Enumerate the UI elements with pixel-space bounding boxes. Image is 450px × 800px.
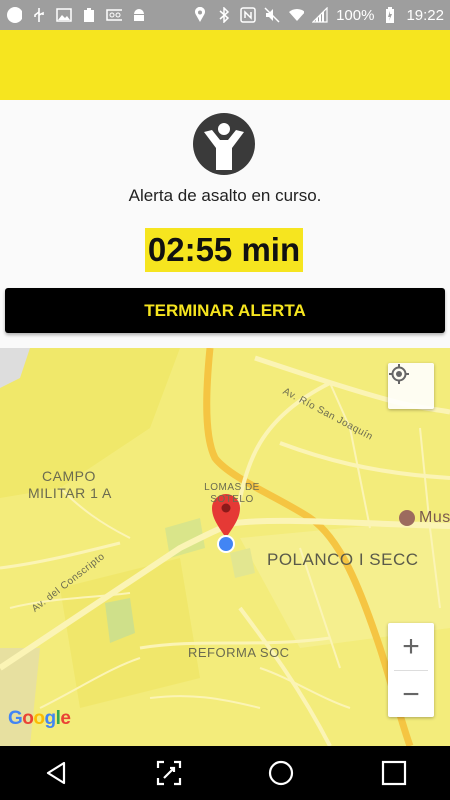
zoom-in-button[interactable]: + (388, 623, 434, 670)
signal-icon (312, 7, 328, 23)
navigation-bar (0, 746, 450, 800)
end-alert-button[interactable]: TERMINAR ALERTA (5, 288, 445, 333)
my-location-button[interactable] (388, 363, 434, 409)
battery-percent: 100% (336, 6, 375, 24)
map-view[interactable]: CAMPO MILITAR 1 A LOMAS DE SOTELO POLANC… (0, 348, 450, 746)
screenshot-icon[interactable] (144, 748, 194, 798)
voicemail-icon (106, 7, 122, 23)
map-label-campo-2: MILITAR 1 A (28, 485, 112, 501)
clock: 19:22 (406, 6, 444, 24)
map-label-museo: Mus (419, 509, 450, 526)
circle-icon (6, 7, 22, 23)
status-bar: 100% 19:22 (0, 0, 450, 30)
android-icon (131, 7, 147, 23)
museum-icon (399, 510, 415, 526)
zoom-controls: + − (388, 623, 434, 717)
usb-icon (31, 7, 47, 23)
zoom-out-button[interactable]: − (388, 671, 434, 718)
bluetooth-icon (216, 7, 232, 23)
map-canvas (0, 348, 450, 746)
image-icon (56, 7, 72, 23)
google-logo: Google (8, 708, 71, 729)
battery-100-icon (81, 7, 97, 23)
wifi-icon (288, 7, 305, 23)
alert-message: Alerta de asalto en curso. (128, 186, 322, 205)
battery-charging-icon (382, 7, 398, 23)
back-icon[interactable] (31, 748, 81, 798)
home-icon[interactable] (256, 748, 306, 798)
nfc-icon (240, 7, 256, 23)
alert-timer: 02:55 min (145, 228, 303, 272)
app-bar (0, 30, 450, 100)
map-label-campo-1: CAMPO (42, 468, 96, 484)
current-location-dot (217, 535, 235, 553)
map-label-reforma: REFORMA SOC (188, 645, 290, 660)
person-help-icon (192, 112, 256, 176)
crosshair-icon (389, 364, 409, 384)
map-label-polanco: POLANCO I SECC (267, 550, 419, 569)
mute-icon (264, 7, 280, 23)
recents-icon[interactable] (369, 748, 419, 798)
alert-panel: Alerta de asalto en curso. 02:55 min TER… (0, 100, 450, 348)
map-label-lomas: LOMAS DE SOTELO (204, 482, 260, 505)
location-icon (192, 7, 208, 23)
